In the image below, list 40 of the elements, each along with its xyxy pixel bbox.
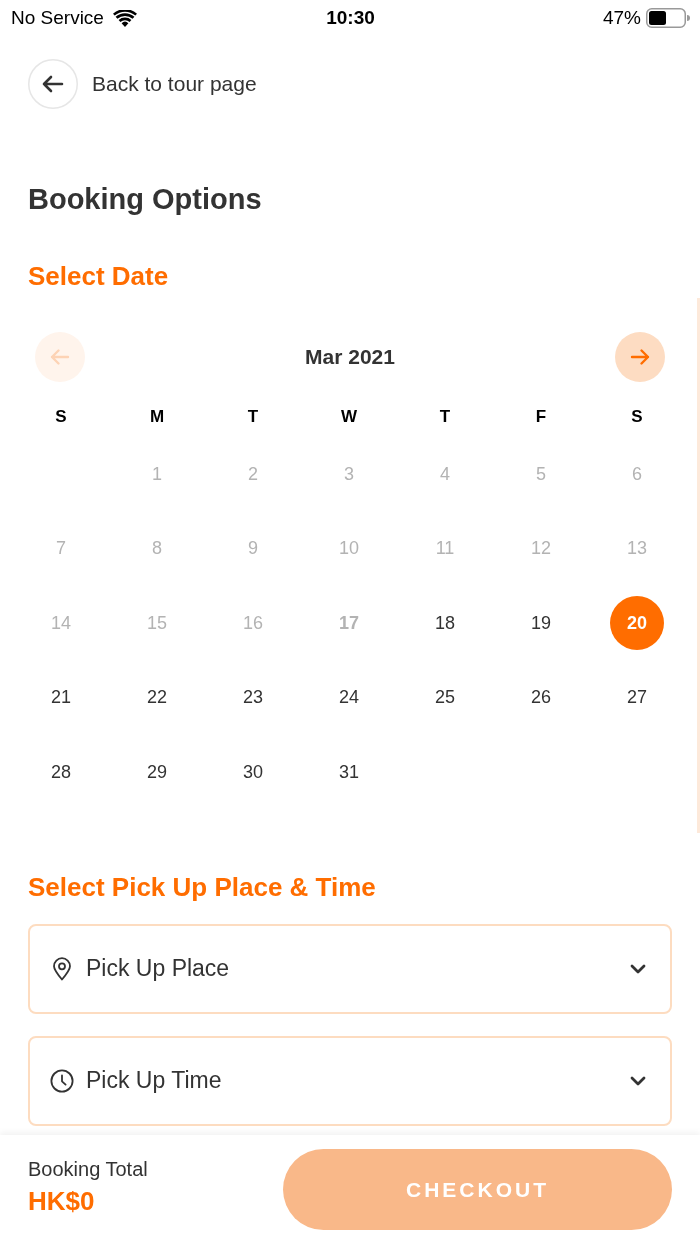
calendar-day[interactable]: 31 [322, 745, 376, 800]
weekday-label: T [439, 406, 451, 428]
calendar-day[interactable]: 24 [322, 670, 376, 725]
weekday-label: T [247, 406, 259, 428]
chevron-down-icon [630, 963, 646, 974]
section-heading: Select Date [28, 260, 170, 292]
calendar-day[interactable]: 18 [418, 596, 472, 651]
back-link[interactable]: Back to tour page [28, 59, 257, 109]
battery-icon [646, 8, 690, 28]
booking-total-amount: HK$0 [28, 1185, 96, 1216]
calendar-day[interactable]: 30 [226, 745, 280, 800]
calendar-day[interactable]: 20 [610, 596, 664, 651]
calendar-day[interactable]: 19 [514, 596, 568, 651]
next-month-button[interactable] [615, 332, 665, 382]
pick-up-time-dropdown[interactable]: Pick Up Time [28, 1035, 672, 1126]
weekday-label: S [55, 406, 67, 428]
calendar-day[interactable]: 27 [610, 670, 664, 725]
clock-icon [50, 1068, 74, 1093]
location-pin-icon [50, 956, 74, 981]
booking-total-label: Booking Total [28, 1156, 148, 1182]
calendar-day[interactable]: 29 [130, 745, 184, 800]
calendar-day[interactable]: 25 [418, 670, 472, 725]
month-label: Mar 2021 [305, 345, 395, 369]
pick-up-place-dropdown[interactable]: Pick Up Place [28, 923, 672, 1014]
weekday-label: S [631, 406, 643, 428]
page-title: Booking Options [28, 182, 263, 217]
calendar-day[interactable]: 22 [130, 670, 184, 725]
calendar-day[interactable]: 28 [34, 745, 88, 800]
weekday-label: M [149, 406, 165, 428]
weekday-label: F [535, 406, 547, 428]
weekday-label: W [340, 406, 357, 428]
wifi-icon [112, 9, 137, 27]
calendar-day[interactable]: 26 [514, 670, 568, 725]
carrier-label: No Service [11, 7, 104, 29]
clock-time: 10:30 [326, 7, 375, 29]
calendar-day[interactable]: 23 [226, 670, 280, 725]
chevron-down-icon [630, 1075, 646, 1086]
section-heading: Select Pick Up Place & Time [28, 870, 377, 903]
calendar-day[interactable]: 21 [34, 670, 88, 725]
battery-percentage: 47% [602, 7, 641, 29]
